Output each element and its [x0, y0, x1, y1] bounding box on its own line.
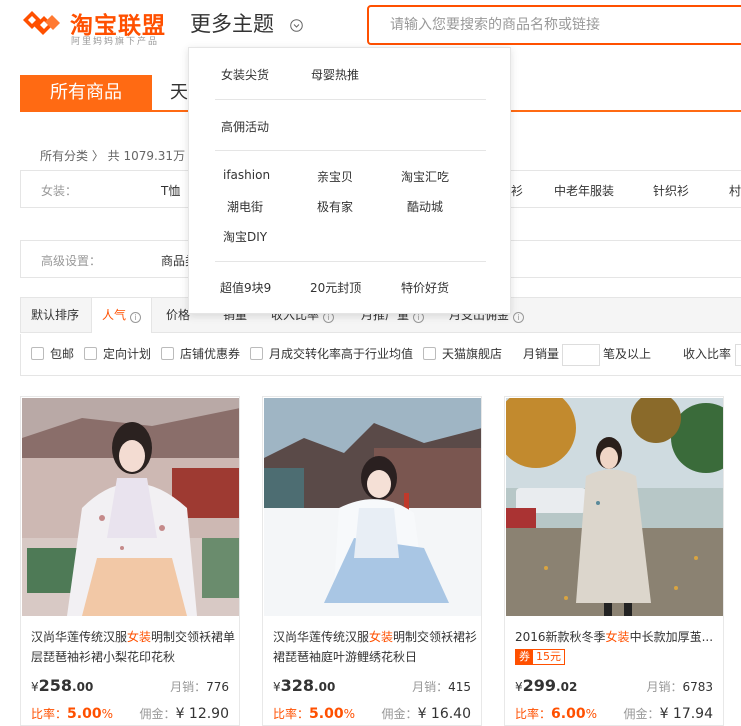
category-item-elderly[interactable]: 中老年服装 [554, 182, 614, 199]
category-item-tshirt[interactable]: T恤 [161, 182, 180, 199]
sort-default[interactable]: 默认排序 [21, 298, 89, 332]
topic-electronics[interactable]: 潮电街 [227, 198, 263, 215]
topic-9-9[interactable]: 超值9块9 [220, 279, 271, 296]
info-icon[interactable]: i [130, 312, 142, 323]
divider [215, 150, 486, 151]
product-price: ¥299.02 [515, 676, 578, 695]
product-commission-rate: 比率：5.00% [273, 706, 355, 722]
search-box [367, 5, 741, 45]
product-monthly-sales: 月销：776 [170, 680, 229, 694]
topic-women-fashion[interactable]: 女装尖货 [221, 66, 269, 83]
monthly-sales-suffix: 笔及以上 [603, 347, 652, 361]
product-commission-rate: 比率：5.00% [31, 706, 113, 722]
info-icon[interactable]: i [513, 312, 525, 323]
monthly-sales-input[interactable] [562, 344, 600, 366]
income-ratio-label: 收入比率 [683, 347, 732, 361]
topic-taobao-food[interactable]: 淘宝汇吃 [401, 168, 449, 185]
topic-taobao-diy[interactable]: 淘宝DIY [223, 228, 267, 245]
tab-tmall[interactable]: 天 [170, 75, 188, 111]
monthly-sales-label: 月销量 [523, 347, 560, 361]
product-title[interactable]: 汉尚华莲传统汉服女装明制交领袄裙衫裙琵琶袖庭叶游鲤绣花秋日 [273, 627, 478, 667]
product-commission: 佣金：¥ 16.40 [381, 706, 471, 722]
product-monthly-sales: 月销：415 [412, 680, 471, 694]
more-topics-dropdown: 女装尖货 母婴热推 高佣活动 ifashion 亲宝贝 淘宝汇吃 潮电街 极有家… [188, 47, 511, 314]
tab-all-products[interactable]: 所有商品 [20, 75, 152, 111]
chevron-down-icon[interactable] [290, 19, 303, 32]
product-commission: 佣金：¥ 17.94 [623, 706, 713, 722]
product-image[interactable] [506, 398, 723, 616]
breadcrumb: 所有分类 〉 共 1079.31万 件 [40, 149, 201, 163]
logo-subtitle: 阿里妈妈旗下产品 [71, 37, 160, 47]
topic-high-commission[interactable]: 高佣活动 [221, 118, 269, 135]
checkbox-tmall-flagship[interactable]: 天猫旗舰店 [423, 345, 502, 362]
topic-20-cap[interactable]: 20元封顶 [310, 279, 361, 296]
coupon-badge[interactable]: 券 15元 [515, 649, 565, 665]
topic-qinbaobei[interactable]: 亲宝贝 [317, 168, 353, 185]
category-label: 女装： [41, 184, 78, 198]
checkbox-box[interactable] [161, 347, 174, 360]
product-title[interactable]: 汉尚华莲传统汉服女装明制交领袄裙单层琵琶袖衫裙小梨花印花秋 [31, 627, 236, 667]
checkbox-box[interactable] [423, 347, 436, 360]
search-input[interactable] [369, 7, 741, 43]
topic-mother-baby[interactable]: 母婴热推 [311, 66, 359, 83]
product-image[interactable] [264, 398, 481, 616]
checkbox-shop-coupon[interactable]: 店铺优惠券 [161, 345, 240, 362]
checkbox-box[interactable] [31, 347, 44, 360]
more-topics-button[interactable]: 更多主题 [190, 8, 274, 38]
checkbox-box[interactable] [84, 347, 97, 360]
product-title[interactable]: 2016新款秋冬季女装中长款加厚茧... [515, 627, 720, 647]
product-commission: 佣金：¥ 12.90 [139, 706, 229, 722]
divider [215, 99, 486, 100]
topic-home[interactable]: 极有家 [317, 198, 353, 215]
topic-ifashion[interactable]: ifashion [223, 168, 270, 182]
product-price: ¥328.00 [273, 676, 336, 695]
checkbox-free-shipping[interactable]: 包邮 [31, 345, 74, 362]
product-commission-rate: 比率：6.00% [515, 706, 597, 722]
logo-mark-icon [23, 11, 60, 35]
category-item-knitwear[interactable]: 针织衫 [653, 182, 689, 199]
product-card[interactable]: 汉尚华莲传统汉服女装明制交领袄裙衫裙琵琶袖庭叶游鲤绣花秋日 ¥328.00 月销… [262, 396, 482, 726]
divider [215, 261, 486, 262]
sort-popularity[interactable]: 人气 i [91, 298, 153, 333]
topic-special-deals[interactable]: 特价好货 [401, 279, 449, 296]
product-card[interactable]: 汉尚华莲传统汉服女装明制交领袄裙单层琵琶袖衫裙小梨花印花秋 ¥258.00 月销… [20, 396, 240, 726]
checkbox-conversion-rate[interactable]: 月成交转化率高于行业均值 [250, 345, 413, 362]
checkbox-box[interactable] [250, 347, 263, 360]
product-price: ¥258.00 [31, 676, 94, 695]
taobao-union-logo[interactable]: 淘宝联盟 阿里妈妈旗下产品 [20, 6, 180, 47]
category-item-more[interactable]: 村 [729, 182, 741, 199]
advanced-label: 高级设置： [41, 254, 102, 268]
topic-sports[interactable]: 酷动城 [407, 198, 443, 215]
product-monthly-sales: 月销：6783 [646, 680, 713, 694]
checkbox-targeted-plan[interactable]: 定向计划 [84, 345, 151, 362]
category-item-partial[interactable]: 衫 [511, 182, 523, 199]
product-card[interactable]: 2016新款秋冬季女装中长款加厚茧... 券 15元 ¥299.02 月销：678… [504, 396, 724, 726]
product-image[interactable] [22, 398, 239, 616]
income-ratio-input[interactable] [735, 344, 741, 366]
